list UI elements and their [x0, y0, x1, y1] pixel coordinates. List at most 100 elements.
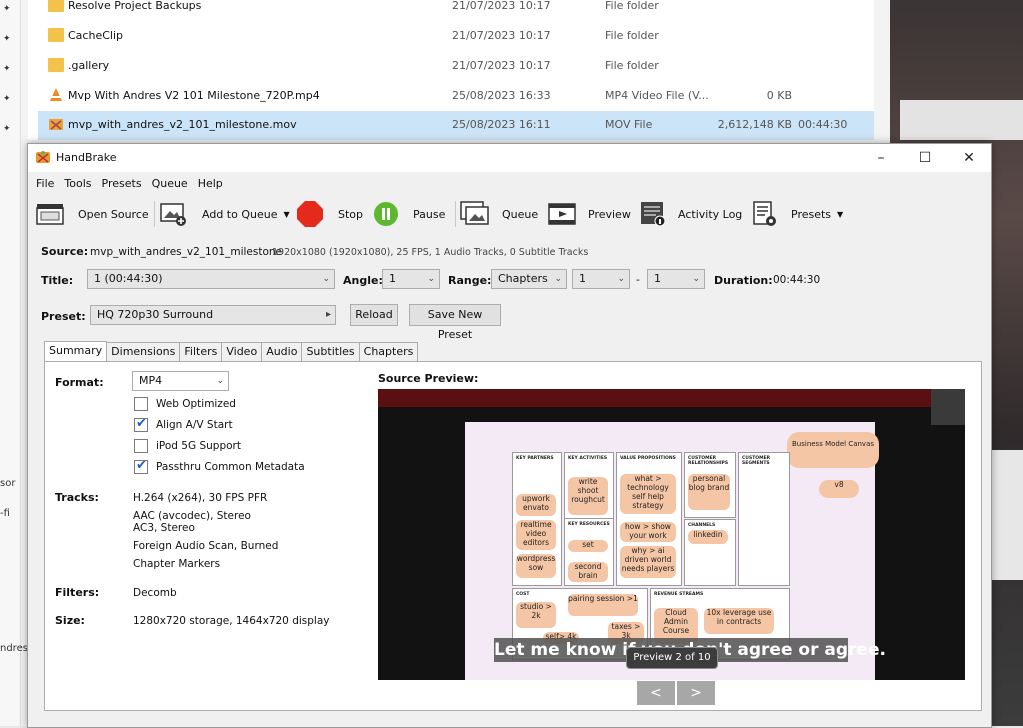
preview-counter: Preview 2 of 10: [626, 647, 718, 669]
file-date: 21/07/2023 10:17: [452, 59, 551, 72]
file-size: 2,612,148 KB: [717, 118, 792, 131]
menu-help[interactable]: Help: [198, 174, 223, 194]
passthru-metadata-checkbox[interactable]: ✔: [134, 458, 148, 474]
canvas-note: 10x leverage use in contracts: [704, 608, 774, 634]
file-row[interactable]: Resolve Project Backups 21/07/2023 10:17…: [38, 0, 874, 21]
file-row[interactable]: Mvp With Andres V2 101 Milestone_720P.mp…: [38, 82, 874, 111]
pin-icon: ✦: [3, 124, 11, 134]
reload-button[interactable]: Reload: [350, 304, 398, 326]
passthru-metadata-label: Passthru Common Metadata: [156, 461, 305, 473]
file-type: File folder: [605, 0, 659, 12]
stop-button[interactable]: Stop: [296, 199, 363, 229]
angle-label: Angle:: [343, 274, 383, 287]
canvas-note: upwork envato: [516, 494, 556, 516]
presets-label: Presets: [791, 207, 832, 221]
canvas-note: v8: [819, 480, 859, 498]
open-source-button[interactable]: Open Source: [36, 199, 149, 229]
file-type: File folder: [605, 29, 659, 42]
filters-label: Filters:: [55, 586, 100, 599]
tab-filters[interactable]: Filters: [179, 342, 223, 361]
save-new-preset-button[interactable]: Save New Preset: [409, 304, 501, 341]
file-row-selected[interactable]: mvp_with_andres_v2_101_milestone.mov 25/…: [38, 111, 874, 140]
ipod-5g-support-checkbox[interactable]: [134, 439, 148, 453]
activity-log-button[interactable]: Activity Log: [640, 199, 742, 229]
menu-tools[interactable]: Tools: [64, 174, 91, 194]
presets-button[interactable]: Presets ▼: [753, 199, 843, 229]
file-name: Mvp With Andres V2 101 Milestone_720P.mp…: [68, 89, 320, 102]
tab-summary[interactable]: Summary: [44, 341, 108, 361]
stop-icon: [297, 201, 323, 227]
canvas-note: studio > 2k: [516, 602, 556, 628]
file-type: File folder: [605, 59, 659, 72]
ipod-5g-support-label: iPod 5G Support: [156, 440, 241, 452]
chevron-down-icon: ⌄: [216, 376, 224, 386]
align-av-start-checkbox[interactable]: ✔: [134, 416, 148, 432]
track-subtitle: Foreign Audio Scan, Burned: [133, 540, 279, 552]
duration-label: Duration:: [714, 274, 773, 287]
canvas-note: how > show your work: [620, 522, 676, 542]
film-clapper-icon: [36, 204, 64, 225]
angle-select-value: 1: [389, 272, 396, 285]
range-type-select[interactable]: Chapters ⌄: [491, 269, 567, 289]
range-start-value: 1: [579, 272, 586, 285]
maximize-button[interactable]: ☐: [903, 144, 947, 172]
preview-button[interactable]: Preview: [548, 199, 631, 229]
track-audio: AAC (avcodec), Stereo: [133, 510, 251, 522]
canvas-header: KEY RESOURCES: [568, 522, 610, 527]
track-video: H.264 (x264), 30 FPS PFR: [133, 492, 268, 504]
menu-queue[interactable]: Queue: [152, 174, 188, 194]
tab-subtitles[interactable]: Subtitles: [301, 342, 360, 361]
range-dash: -: [636, 274, 640, 286]
chevron-down-icon: ⌄: [427, 274, 435, 284]
preview-webcam-thumb: [931, 389, 965, 425]
size-label: Size:: [55, 614, 85, 627]
handbrake-file-icon: [49, 119, 63, 130]
canvas-header: COST: [516, 592, 530, 597]
chevron-down-icon: ⌄: [617, 274, 625, 284]
preset-select[interactable]: HQ 720p30 Surround ▸: [90, 305, 336, 325]
file-row[interactable]: CacheClip 21/07/2023 10:17 File folder: [38, 22, 874, 51]
tab-chapters[interactable]: Chapters: [358, 342, 419, 361]
range-start-select[interactable]: 1 ⌄: [572, 269, 630, 289]
canvas-header: VALUE PROPOSITIONS: [620, 456, 676, 461]
range-end-select[interactable]: 1 ⌄: [647, 269, 705, 289]
title-select[interactable]: 1 (00:44:30) ⌄: [87, 269, 335, 289]
tab-video[interactable]: Video: [221, 342, 263, 361]
tab-audio[interactable]: Audio: [261, 342, 303, 361]
pause-button[interactable]: Pause: [373, 199, 445, 229]
minimize-button[interactable]: –: [859, 144, 903, 172]
add-to-queue-button[interactable]: Add to Queue ▼: [160, 199, 290, 229]
canvas-note: second brain: [568, 562, 608, 582]
previous-preview-button[interactable]: <: [637, 681, 675, 705]
toolbar-separator: [154, 201, 155, 227]
preview-browser-bar: [378, 389, 965, 407]
pause-icon: [374, 202, 398, 226]
format-select[interactable]: MP4 ⌄: [132, 371, 229, 391]
tab-dimensions[interactable]: Dimensions: [106, 342, 181, 361]
tab-bar: Summary Dimensions Filters Video Audio S…: [44, 341, 419, 361]
angle-select[interactable]: 1 ⌄: [382, 269, 440, 289]
pin-icon: ✦: [3, 4, 11, 14]
checkmark-icon: ✔: [136, 458, 147, 473]
web-optimized-checkbox[interactable]: [134, 397, 148, 411]
canvas-header: CUSTOMER RELATIONSHIPS: [688, 456, 729, 466]
queue-button[interactable]: Queue: [460, 199, 538, 229]
activity-log-icon: [641, 202, 666, 227]
vlc-cone-icon: [50, 88, 62, 101]
preset-label: Preset:: [41, 310, 86, 323]
chevron-down-icon[interactable]: ▼: [837, 210, 843, 219]
chevron-down-icon[interactable]: ▼: [283, 210, 289, 219]
close-button[interactable]: ✕: [947, 144, 991, 172]
canvas-note: what > technology self help strategy: [620, 474, 676, 514]
size-value: 1280x720 storage, 1464x720 display: [133, 615, 330, 627]
file-date: 21/07/2023 10:17: [452, 29, 551, 42]
title-bar[interactable]: HandBrake – ☐ ✕: [28, 144, 991, 172]
sidebar-fragment: sor: [0, 478, 16, 489]
menu-presets[interactable]: Presets: [102, 174, 142, 194]
tracks-label: Tracks:: [55, 491, 99, 504]
menu-file[interactable]: File: [36, 174, 54, 194]
file-row[interactable]: .gallery 21/07/2023 10:17 File folder: [38, 52, 874, 81]
preview-icon: [548, 203, 576, 225]
menu-bar: File Tools Presets Queue Help: [28, 174, 225, 194]
next-preview-button[interactable]: >: [677, 681, 715, 705]
